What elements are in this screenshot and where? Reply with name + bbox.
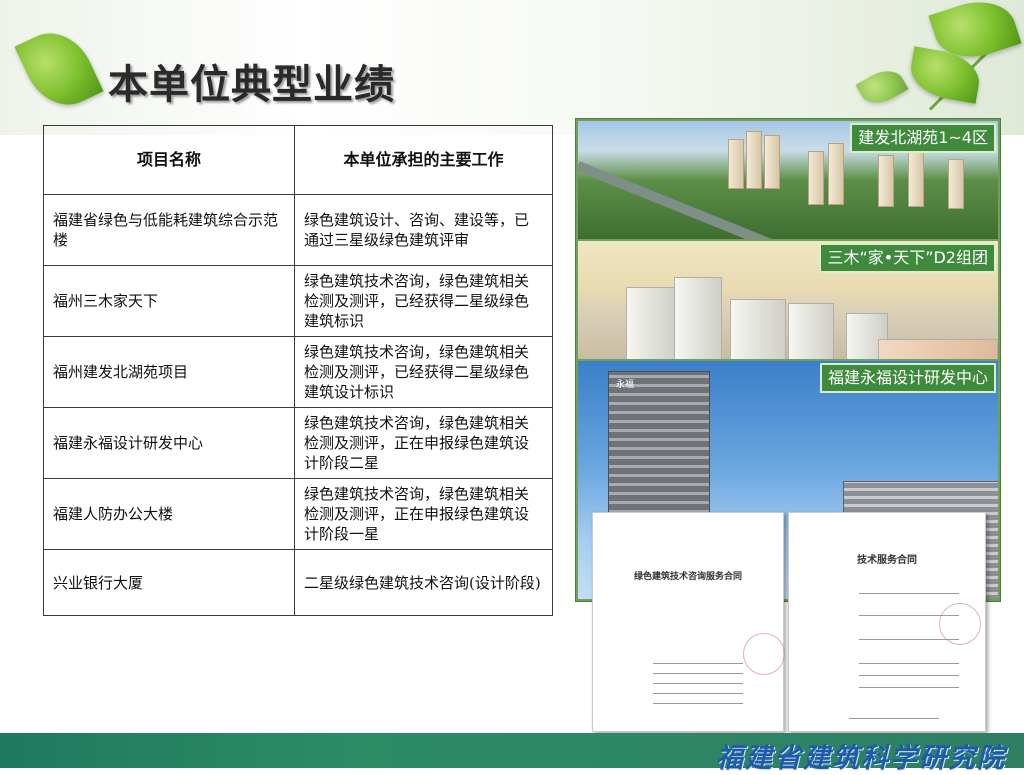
- project-name-cell: 福州建发北湖苑项目: [43, 336, 295, 408]
- header-main-work: 本单位承担的主要工作: [294, 125, 553, 195]
- document-line: [859, 639, 959, 640]
- table-row: 福建人防办公大楼 绿色建筑技术咨询，绿色建筑相关检测及测评，正在申报绿色建筑设计…: [43, 478, 553, 550]
- contract-document-1: 绿色建筑技术咨询服务合同: [592, 512, 785, 732]
- project-name-cell: 福建人防办公大楼: [43, 478, 295, 550]
- building-shape: [764, 135, 780, 189]
- building-shape: [788, 303, 834, 359]
- project-name-cell: 福州三木家天下: [43, 265, 295, 337]
- project-name-cell: 福建省绿色与低能耗建筑综合示范楼: [43, 194, 295, 266]
- document-line: [859, 687, 959, 688]
- main-work-cell: 绿色建筑设计、咨询、建设等，已通过三星级绿色建筑评审: [294, 194, 553, 266]
- building-shape: [674, 277, 722, 359]
- tower-sign-text: 永福: [616, 380, 635, 390]
- document-line: [859, 593, 959, 594]
- table-row: 福州建发北湖苑项目 绿色建筑技术咨询，绿色建筑相关检测及测评，已经获得二星级绿色…: [43, 336, 553, 408]
- main-work-cell: 绿色建筑技术咨询，绿色建筑相关检测及测评，正在申报绿色建筑设计阶段一星: [294, 478, 553, 550]
- stamp-mark: [743, 633, 785, 675]
- main-work-cell: 绿色建筑技术咨询，绿色建筑相关检测及测评，正在申报绿色建筑设计阶段二星: [294, 407, 553, 479]
- building-shape: [948, 159, 964, 209]
- institute-logo: 福建省建筑科学研究院: [716, 743, 1006, 774]
- building-shape: [728, 139, 744, 189]
- main-work-cell: 二星级绿色建筑技术咨询(设计阶段): [294, 549, 553, 616]
- table-row: 兴业银行大厦 二星级绿色建筑技术咨询(设计阶段): [43, 549, 553, 616]
- building-shape: [746, 131, 762, 189]
- document-line: [653, 703, 743, 704]
- project-name-cell: 福建永福设计研发中心: [43, 407, 295, 479]
- building-shape: [730, 299, 786, 359]
- building-shape: [878, 155, 894, 207]
- building-shape: [878, 339, 998, 359]
- building-shape: [908, 149, 924, 207]
- stamp-mark: [939, 603, 981, 645]
- document-line: [859, 663, 959, 664]
- building-shape: [808, 151, 824, 205]
- table-header-row: 项目名称 本单位承担的主要工作: [43, 125, 553, 195]
- table-row: 福建永福设计研发中心 绿色建筑技术咨询，绿色建筑相关检测及测评，正在申报绿色建筑…: [43, 407, 553, 479]
- header-project-name: 项目名称: [43, 125, 295, 195]
- photo-caption: 建发北湖苑1~4区: [850, 123, 996, 153]
- page-title: 本单位典型业绩: [108, 62, 395, 108]
- document-line: [653, 693, 743, 694]
- photo-caption: 福建永福设计研发中心: [819, 363, 996, 393]
- works-table: 项目名称 本单位承担的主要工作 福建省绿色与低能耗建筑综合示范楼 绿色建筑设计、…: [43, 125, 553, 616]
- document-line: [849, 718, 939, 719]
- document-line: [653, 673, 743, 674]
- building-shape: [626, 287, 676, 359]
- document-title: 绿色建筑技术咨询服务合同: [633, 572, 742, 582]
- contract-document-2: 技术服务合同: [788, 512, 986, 732]
- photo-caption: 三木“家•天下”D2组团: [819, 243, 996, 273]
- table-row: 福建省绿色与低能耗建筑综合示范楼 绿色建筑设计、咨询、建设等，已通过三星级绿色建…: [43, 194, 553, 266]
- document-line: [859, 675, 959, 676]
- document-line: [653, 683, 743, 684]
- project-name-cell: 兴业银行大厦: [43, 549, 295, 616]
- building-shape: [828, 143, 844, 205]
- document-line: [653, 663, 743, 664]
- table-row: 福州三木家天下 绿色建筑技术咨询，绿色建筑相关检测及测评，已经获得二星级绿色建筑…: [43, 265, 553, 337]
- main-work-cell: 绿色建筑技术咨询，绿色建筑相关检测及测评，已经获得二星级绿色建筑标识: [294, 265, 553, 337]
- document-title: 技术服务合同: [857, 555, 917, 566]
- main-work-cell: 绿色建筑技术咨询，绿色建筑相关检测及测评，已经获得二星级绿色建筑设计标识: [294, 336, 553, 408]
